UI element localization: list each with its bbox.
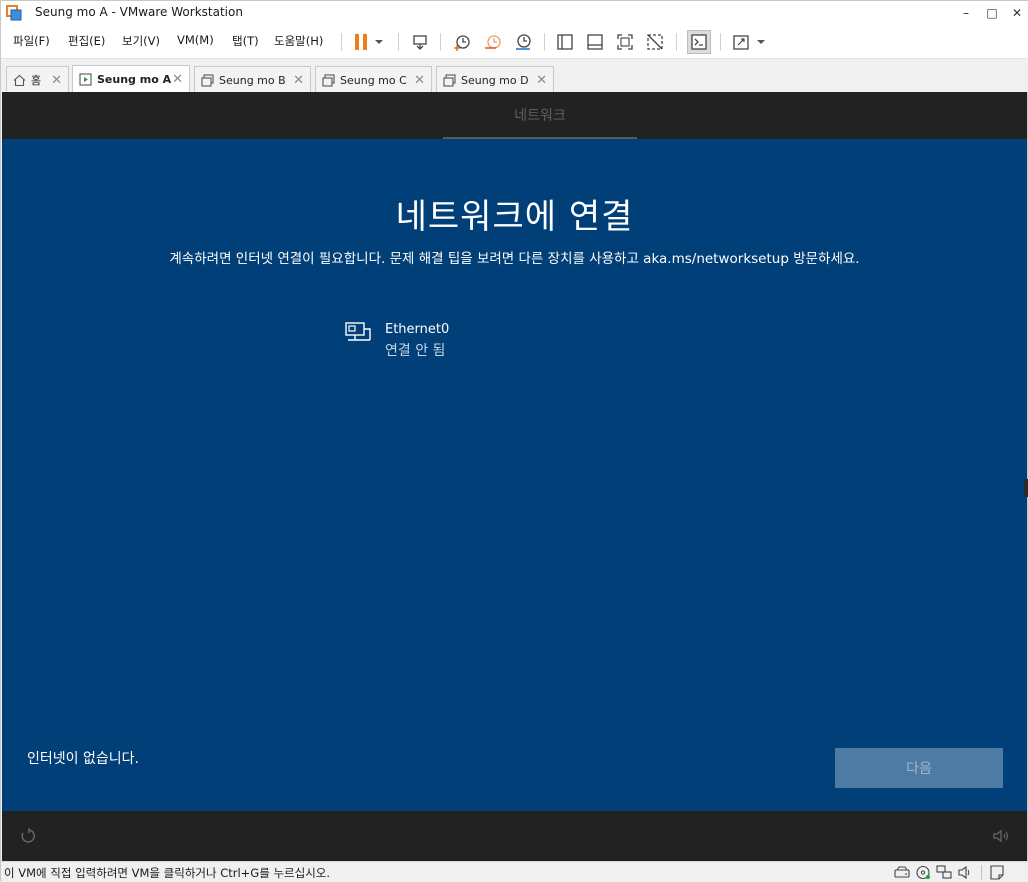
vmware-app-icon	[6, 5, 22, 21]
sound-card-icon[interactable]	[957, 865, 973, 880]
minimize-button[interactable]: –	[954, 2, 978, 24]
fullscreen-icon[interactable]	[613, 30, 637, 54]
resize-handle	[1024, 479, 1028, 497]
close-icon[interactable]: ✕	[536, 73, 547, 88]
pause-icon[interactable]	[349, 30, 373, 54]
home-icon	[13, 74, 26, 86]
volume-icon[interactable]	[992, 827, 1010, 845]
cd-dvd-icon[interactable]	[915, 865, 931, 880]
tab-seung-mo-a[interactable]: Seung mo A ✕	[72, 65, 190, 93]
window-title: Seung mo A - VMware Workstation	[35, 5, 243, 19]
toolbar-separator	[676, 33, 677, 51]
toolbar-separator	[341, 33, 342, 51]
title-bar: Seung mo A - VMware Workstation – □ ✕	[1, 1, 1028, 25]
thumbnail-view-icon[interactable]	[583, 30, 607, 54]
no-internet-link[interactable]: 인터넷이 없습니다.	[27, 748, 139, 768]
hard-disk-icon[interactable]	[894, 865, 910, 880]
vm-running-icon	[79, 73, 92, 86]
menu-tabs[interactable]: 탭(T)	[232, 33, 259, 49]
close-icon[interactable]: ✕	[172, 72, 183, 87]
close-icon[interactable]: ✕	[293, 73, 304, 88]
vm-icon	[443, 73, 456, 87]
vmware-window: Seung mo A - VMware Workstation – □ ✕ 파일…	[0, 0, 1028, 882]
menu-view[interactable]: 보기(V)	[122, 33, 160, 49]
close-icon[interactable]: ✕	[51, 73, 62, 88]
toolbar-separator	[544, 33, 545, 51]
tab-home[interactable]: 홈 ✕	[6, 66, 69, 93]
menu-toolbar: 파일(F) 편집(E) 보기(V) VM(M) 탭(T) 도움말(H)	[1, 25, 1028, 58]
dropdown-arrow-icon[interactable]	[371, 30, 387, 54]
next-button[interactable]: 다음	[835, 748, 1003, 788]
menu-vm[interactable]: VM(M)	[177, 33, 214, 47]
toolbar-separator	[398, 33, 399, 51]
tab-seung-mo-d[interactable]: Seung mo D ✕	[436, 66, 554, 93]
console-view-icon[interactable]	[687, 30, 711, 54]
unity-icon[interactable]	[643, 30, 667, 54]
tab-bar: 홈 ✕ Seung mo A ✕ Seung mo B ✕ Seung mo C…	[1, 58, 1028, 93]
tab-label: Seung mo A	[97, 73, 172, 86]
network-name: Ethernet0	[385, 322, 450, 337]
close-icon[interactable]: ✕	[414, 73, 425, 88]
network-status: 연결 안 됨	[385, 343, 446, 359]
menu-file[interactable]: 파일(F)	[13, 33, 50, 49]
accessibility-icon[interactable]	[19, 827, 37, 845]
tab-seung-mo-c[interactable]: Seung mo C ✕	[315, 66, 432, 93]
page-subtitle: 계속하려면 인터넷 연결이 필요합니다. 문제 해결 팁을 보려면 다른 장치를…	[169, 251, 860, 267]
status-separator	[981, 865, 982, 880]
oobe-footer	[2, 811, 1027, 861]
tab-label: Seung mo B	[219, 73, 286, 87]
toolbar-separator	[720, 33, 721, 51]
menu-help[interactable]: 도움말(H)	[274, 33, 323, 49]
message-log-icon[interactable]	[989, 865, 1005, 880]
status-message: 이 VM에 직접 입력하려면 VM을 클릭하거나 Ctrl+G를 누르십시오.	[4, 866, 331, 880]
status-bar: 이 VM에 직접 입력하려면 VM을 클릭하거나 Ctrl+G를 누르십시오.	[1, 861, 1028, 882]
tab-label: 홈	[31, 74, 42, 87]
oobe-progress-bar: 네트워크	[2, 92, 1027, 139]
vm-console[interactable]: 네트워크 네트워크에 연결 계속하려면 인터넷 연결이 필요합니다. 문제 해결…	[2, 92, 1027, 861]
ethernet-icon	[345, 322, 371, 341]
snapshot-take-icon[interactable]	[450, 30, 474, 54]
network-adapter-icon[interactable]	[936, 865, 952, 880]
maximize-button[interactable]: □	[980, 2, 1004, 24]
vm-icon	[322, 73, 335, 87]
toolbar-separator	[440, 33, 441, 51]
library-view-icon[interactable]	[553, 30, 577, 54]
vm-icon	[201, 73, 214, 87]
menu-edit[interactable]: 편집(E)	[68, 33, 105, 49]
stretch-guest-icon[interactable]	[729, 30, 753, 54]
snapshot-revert-icon[interactable]	[481, 30, 505, 54]
close-window-button[interactable]: ✕	[1005, 2, 1028, 24]
network-list-item[interactable]: Ethernet0 연결 안 됨	[344, 319, 514, 359]
section-label: 네트워크	[514, 108, 566, 124]
oobe-page: 네트워크에 연결 계속하려면 인터넷 연결이 필요합니다. 문제 해결 팁을 보…	[2, 139, 1027, 811]
tab-seung-mo-b[interactable]: Seung mo B ✕	[194, 66, 311, 93]
snapshot-manager-icon[interactable]	[511, 30, 535, 54]
tab-label: Seung mo C	[340, 73, 407, 87]
tab-label: Seung mo D	[461, 73, 529, 87]
page-title: 네트워크에 연결	[395, 197, 634, 237]
dropdown-arrow-icon[interactable]	[753, 30, 769, 54]
send-ctrl-alt-del-icon[interactable]	[408, 30, 432, 54]
